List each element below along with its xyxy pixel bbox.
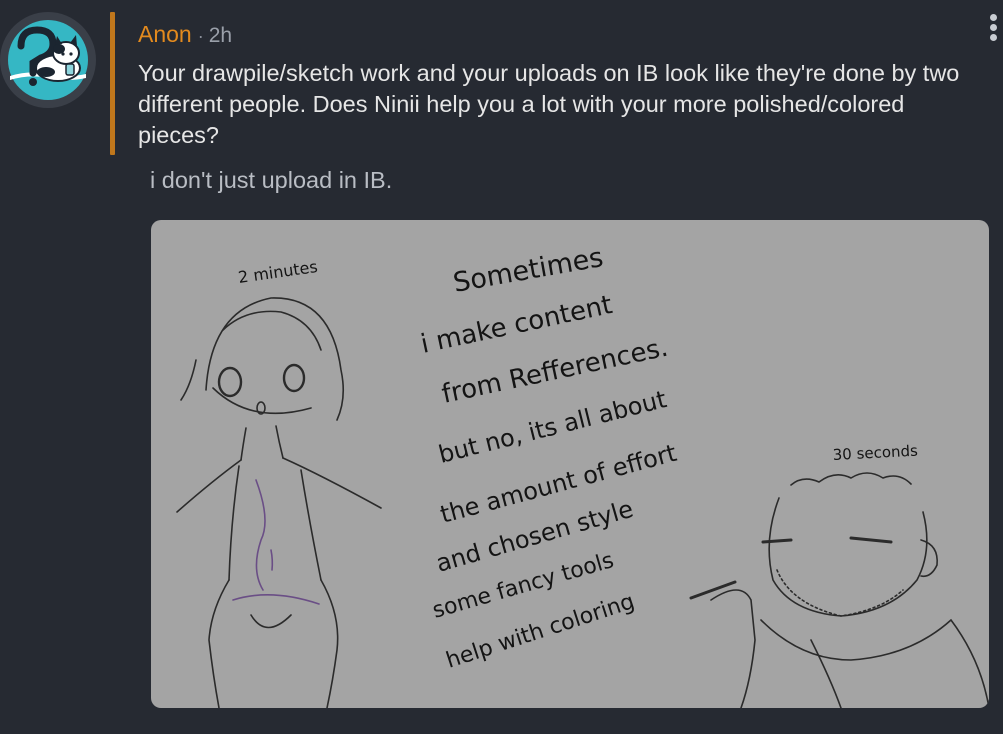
man-sketch [689, 472, 989, 708]
sketch-text-block: Sometimes i make content from Refference… [418, 242, 679, 674]
reply-text: i don't just upload in IB. [150, 167, 393, 193]
cat-avatar-icon [8, 20, 88, 100]
meta-separator: · [197, 26, 204, 46]
attached-image[interactable]: 2 minutes Sometimes i make content from … [151, 220, 989, 708]
author-name[interactable]: Anon [138, 21, 192, 47]
post-meta: Anon · 2h [138, 20, 232, 50]
sketch-label-left: 2 minutes [237, 257, 319, 287]
question-text: Your drawpile/sketch work and your uploa… [138, 60, 960, 148]
sketch-drawing: 2 minutes Sometimes i make content from … [176, 242, 989, 708]
sketch-label-right: 30 seconds [832, 442, 918, 464]
quote-bar [110, 12, 115, 155]
post-timestamp: 2h [208, 24, 233, 47]
girl-sketch [176, 297, 382, 708]
sketch-line-1: Sometimes [451, 242, 606, 299]
avatar[interactable] [0, 12, 96, 108]
kebab-menu-icon[interactable] [986, 14, 1000, 42]
